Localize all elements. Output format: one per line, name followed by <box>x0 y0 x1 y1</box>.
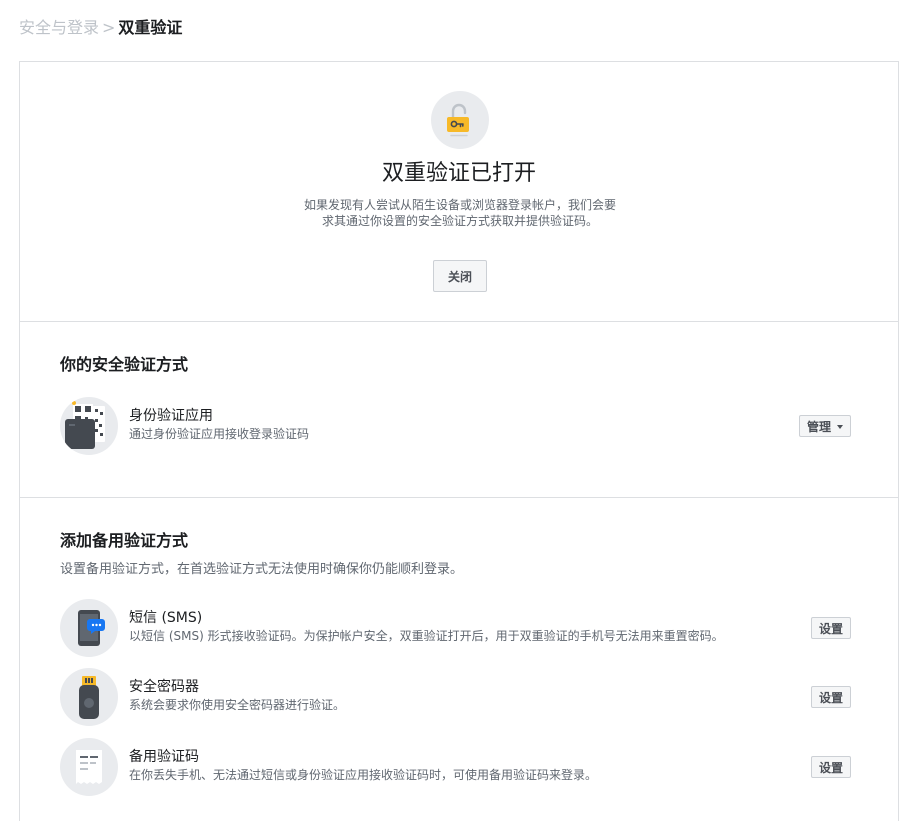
two-factor-card: 双重验证已打开 如果发现有人尝试从陌生设备或浏览器登录帐户，我们会要求其通过你设… <box>19 61 899 821</box>
qr-code-phone-icon <box>60 397 118 455</box>
sms-description: 以短信 (SMS) 形式接收验证码。为保护帐户安全，双重验证打开后，用于双重验证… <box>129 629 724 643</box>
sms-row: 短信 (SMS) 以短信 (SMS) 形式接收验证码。为保护帐户安全，双重验证打… <box>60 599 860 657</box>
security-key-title: 安全密码器 <box>129 679 199 695</box>
security-key-row: 安全密码器 系统会要求你使用安全密码器进行验证。 设置 <box>60 668 860 726</box>
sms-setup-button[interactable]: 设置 <box>811 617 851 639</box>
backup-subtitle: 设置备用验证方式，在首选验证方式无法使用时确保你仍能顺利登录。 <box>60 562 464 577</box>
security-key-description: 系统会要求你使用安全密码器进行验证。 <box>129 698 346 712</box>
status-description: 如果发现有人尝试从陌生设备或浏览器登录帐户，我们会要求其通过你设置的安全验证方式… <box>303 198 616 228</box>
security-key-setup-button[interactable]: 设置 <box>811 686 851 708</box>
breadcrumb: 安全与登录 > 双重验证 <box>19 18 182 38</box>
backup-codes-row: 备用验证码 在你丢失手机、无法通过短信或身份验证应用接收验证码时，可使用备用验证… <box>60 738 860 796</box>
manage-button-label: 管理 <box>807 420 832 434</box>
methods-title: 你的安全验证方式 <box>60 355 189 374</box>
close-button[interactable]: 关闭 <box>433 260 487 292</box>
phone-message-icon <box>60 599 118 657</box>
caret-down-icon <box>837 425 843 429</box>
auth-app-description: 通过身份验证应用接收登录验证码 <box>129 427 310 441</box>
sms-title: 短信 (SMS) <box>129 610 203 626</box>
security-key-icon <box>60 668 118 726</box>
backup-title: 添加备用验证方式 <box>60 531 189 550</box>
status-section: 双重验证已打开 如果发现有人尝试从陌生设备或浏览器登录帐户，我们会要求其通过你设… <box>20 62 898 322</box>
breadcrumb-parent-link[interactable]: 安全与登录 <box>19 18 99 37</box>
backup-section: 添加备用验证方式 设置备用验证方式，在首选验证方式无法使用时确保你仍能顺利登录。… <box>20 498 898 828</box>
auth-app-title: 身份验证应用 <box>129 408 213 424</box>
manage-dropdown-button[interactable]: 管理 <box>799 415 851 437</box>
methods-section: 你的安全验证方式 身份验证应用 通过身份验证应用接收登录验证码 管理 <box>20 322 898 498</box>
breadcrumb-separator: > <box>102 18 116 37</box>
backup-codes-setup-button[interactable]: 设置 <box>811 756 851 778</box>
breadcrumb-current: 双重验证 <box>118 18 183 37</box>
backup-codes-icon <box>60 738 118 796</box>
unlocked-padlock-icon <box>431 91 489 149</box>
backup-codes-description: 在你丢失手机、无法通过短信或身份验证应用接收验证码时，可使用备用验证码来登录。 <box>129 768 598 782</box>
backup-codes-title: 备用验证码 <box>129 749 199 765</box>
status-title: 双重验证已打开 <box>381 161 536 186</box>
auth-app-row: 身份验证应用 通过身份验证应用接收登录验证码 管理 <box>60 397 860 455</box>
